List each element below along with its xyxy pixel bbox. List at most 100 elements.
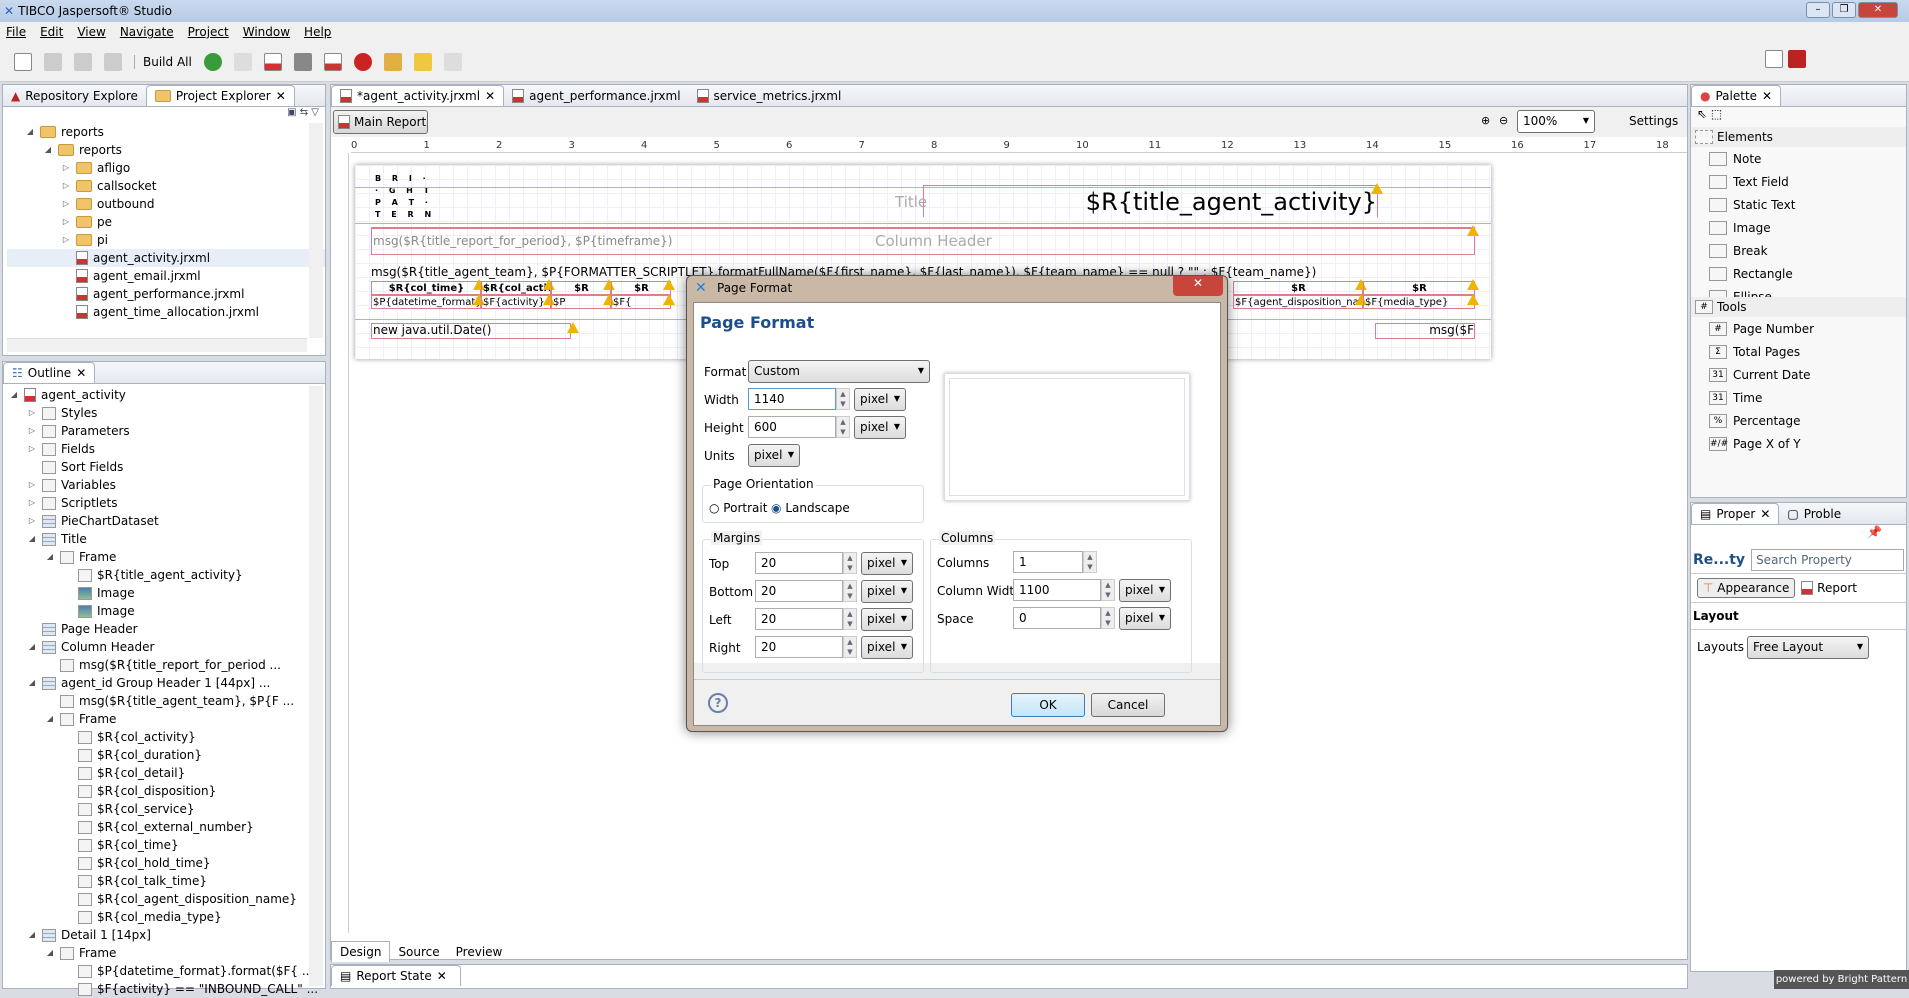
tab-design[interactable]: Design bbox=[331, 941, 391, 962]
main-report-button[interactable]: Main Report bbox=[333, 110, 428, 134]
tree-item[interactable]: ▷ pe bbox=[7, 213, 325, 231]
expanded-arrow-icon[interactable]: ◢ bbox=[27, 638, 37, 656]
palette-item[interactable]: Rectangle bbox=[1691, 262, 1906, 285]
bottom-margin-unit-select[interactable]: pixel bbox=[861, 580, 913, 603]
palette-item[interactable]: Ellipse bbox=[1691, 285, 1906, 297]
palette-item[interactable]: Static Text bbox=[1691, 193, 1906, 216]
width-unit-select[interactable]: pixel bbox=[854, 388, 906, 411]
dialog-close-button[interactable]: ✕ bbox=[1173, 276, 1223, 296]
build-all-button[interactable]: Build All bbox=[134, 54, 192, 69]
save-all-icon[interactable] bbox=[74, 52, 92, 71]
zoom-select[interactable]: 100% bbox=[1517, 110, 1595, 133]
minimize-button[interactable]: – bbox=[1806, 2, 1830, 18]
height-input[interactable]: 600 bbox=[748, 416, 836, 438]
space-input[interactable]: 0 bbox=[1013, 607, 1101, 629]
palette-tool-item[interactable]: 31 Time bbox=[1691, 386, 1906, 409]
column-width-unit-select[interactable]: pixel bbox=[1119, 579, 1171, 602]
collapsed-arrow-icon[interactable]: ▷ bbox=[61, 231, 71, 249]
column-header-field[interactable]: $R bbox=[1363, 281, 1475, 295]
tab-agent-activity[interactable]: *agent_activity.jrxml ✕ bbox=[331, 85, 505, 106]
right-margin-unit-select[interactable]: pixel bbox=[861, 636, 913, 659]
tree-item[interactable]: Image bbox=[9, 584, 325, 602]
tree-item[interactable]: $R{col_external_number} bbox=[9, 818, 325, 836]
tab-project-explorer[interactable]: Project Explorer ✕ bbox=[145, 85, 295, 106]
tree-item[interactable]: Sort Fields bbox=[9, 458, 325, 476]
palette-item[interactable]: Image bbox=[1691, 216, 1906, 239]
tree-item[interactable]: ▷ callsocket bbox=[7, 177, 325, 195]
appearance-tab[interactable]: ⊤ Appearance bbox=[1697, 578, 1796, 598]
tree-item[interactable]: ◢ Frame bbox=[9, 944, 325, 962]
left-margin-spinner[interactable]: ▲ ▼ bbox=[843, 608, 857, 630]
collapsed-arrow-icon[interactable]: ▷ bbox=[27, 476, 37, 494]
horizontal-scrollbar[interactable] bbox=[7, 338, 307, 352]
zoom-in-icon[interactable]: ⊕ bbox=[1481, 114, 1490, 127]
pin-icon[interactable]: 📌 bbox=[1691, 525, 1906, 547]
units-select[interactable]: pixel bbox=[748, 444, 800, 467]
vertical-scrollbar[interactable] bbox=[309, 123, 323, 338]
menu-view[interactable]: View bbox=[77, 25, 105, 39]
tree-item[interactable]: ▷ afligo bbox=[7, 159, 325, 177]
tree-item[interactable]: $R{col_activity} bbox=[9, 728, 325, 746]
palette-tool-item[interactable]: % Percentage bbox=[1691, 409, 1906, 432]
palette-tool-item[interactable]: Σ Total Pages bbox=[1691, 340, 1906, 363]
expanded-arrow-icon[interactable]: ◢ bbox=[43, 141, 53, 159]
tree-item[interactable]: $P{datetime_format}.format($F{ ... bbox=[9, 962, 325, 980]
tree-item[interactable]: $R{col_duration} bbox=[9, 746, 325, 764]
cancel-button[interactable]: Cancel bbox=[1091, 693, 1165, 717]
zoom-out-icon[interactable]: ⊖ bbox=[1499, 114, 1508, 127]
new-icon[interactable] bbox=[14, 52, 32, 71]
tree-item[interactable]: agent_activity.jrxml bbox=[7, 249, 325, 267]
tree-item[interactable]: msg($R{title_agent_team}, $P{F ... bbox=[9, 692, 325, 710]
tree-item[interactable]: ▷ Fields bbox=[9, 440, 325, 458]
column-header-field[interactable]: $R bbox=[551, 281, 611, 295]
tree-item[interactable]: ◢ agent_id Group Header 1 [44px] ... bbox=[9, 674, 325, 692]
settings-button[interactable]: Settings bbox=[1629, 114, 1678, 128]
collapsed-arrow-icon[interactable]: ▷ bbox=[27, 440, 37, 458]
tree-item[interactable]: $R{col_media_type} bbox=[9, 908, 325, 926]
palette-tool-item[interactable]: #/# Page X of Y bbox=[1691, 432, 1906, 455]
column-header-field[interactable]: $R{col_time} bbox=[371, 281, 481, 295]
tab-outline[interactable]: ☷ Outline ✕ bbox=[3, 362, 96, 383]
column-header-field[interactable]: $R{col_activity} bbox=[481, 281, 551, 295]
expanded-arrow-icon[interactable]: ◢ bbox=[27, 926, 37, 944]
tree-item[interactable]: $R{col_detail} bbox=[9, 764, 325, 782]
tree-item[interactable]: ▷ outbound bbox=[7, 195, 325, 213]
column-width-spinner[interactable]: ▲ ▼ bbox=[1101, 579, 1115, 601]
tree-item[interactable]: ▷ pi bbox=[7, 231, 325, 249]
tree-item[interactable]: agent_time_allocation.jrxml bbox=[7, 303, 325, 321]
columns-spinner[interactable]: ▲ ▼ bbox=[1083, 551, 1097, 573]
tree-item[interactable]: ◢ Title bbox=[9, 530, 325, 548]
tree-item[interactable]: $R{col_hold_time} bbox=[9, 854, 325, 872]
menu-file[interactable]: File bbox=[6, 25, 26, 39]
search-property-input[interactable]: Search Property bbox=[1751, 549, 1904, 571]
layouts-select[interactable]: Free Layout bbox=[1747, 636, 1869, 659]
elements-drawer[interactable]: Elements bbox=[1691, 127, 1906, 147]
tree-item[interactable]: msg($R{title_report_for_period ... bbox=[9, 656, 325, 674]
tree-item[interactable]: $R{col_time} bbox=[9, 836, 325, 854]
menu-navigate[interactable]: Navigate bbox=[120, 25, 174, 39]
tab-preview[interactable]: Preview bbox=[448, 941, 511, 962]
jaspersoft-perspective-icon[interactable] bbox=[1788, 50, 1806, 68]
perspective-icon[interactable] bbox=[1765, 50, 1783, 68]
tree-item[interactable]: ▷ Styles bbox=[9, 404, 325, 422]
selection-tools[interactable]: ⇖ ⬚ bbox=[1691, 107, 1906, 127]
expanded-arrow-icon[interactable]: ◢ bbox=[25, 123, 35, 141]
tree-item[interactable]: Page Header bbox=[9, 620, 325, 638]
forward-icon[interactable] bbox=[443, 52, 462, 71]
collapsed-arrow-icon[interactable]: ▷ bbox=[27, 422, 37, 440]
width-input[interactable]: 1140 bbox=[748, 388, 836, 410]
height-spinner[interactable]: ▲ ▼ bbox=[836, 416, 850, 438]
expanded-arrow-icon[interactable]: ◢ bbox=[45, 710, 55, 728]
tree-item[interactable]: ◢ Frame bbox=[9, 548, 325, 566]
expanded-arrow-icon[interactable]: ◢ bbox=[45, 944, 55, 962]
close-button[interactable]: ✕ bbox=[1858, 2, 1898, 18]
menu-help[interactable]: Help bbox=[304, 25, 331, 39]
tab-service-metrics[interactable]: service_metrics.jrxml bbox=[689, 85, 850, 106]
footer-msg-field[interactable]: msg($F bbox=[1375, 323, 1475, 339]
detail-field[interactable]: $P{datetime_format}.format bbox=[371, 295, 481, 309]
palette-item[interactable]: Text Field bbox=[1691, 170, 1906, 193]
menu-edit[interactable]: Edit bbox=[40, 25, 63, 39]
detail-field[interactable]: $P bbox=[551, 295, 611, 309]
edit-report-icon[interactable] bbox=[323, 52, 342, 71]
tree-item[interactable]: ▷ Scriptlets bbox=[9, 494, 325, 512]
